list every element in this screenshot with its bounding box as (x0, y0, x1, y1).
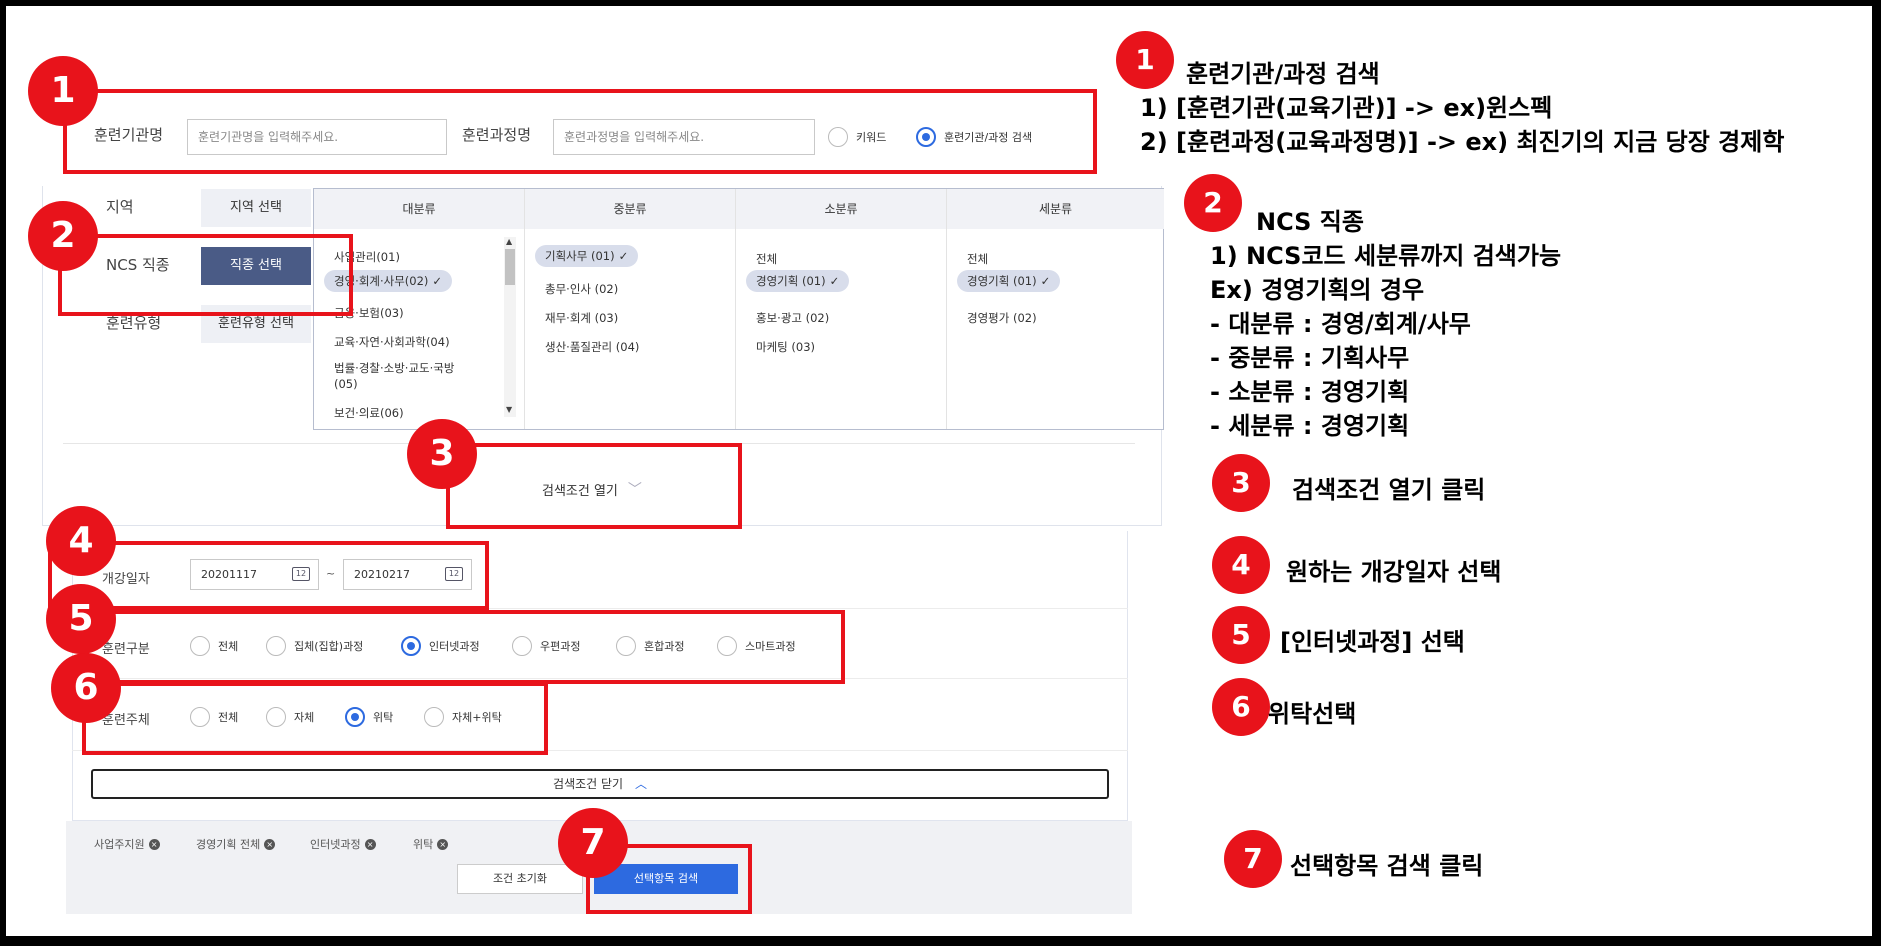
close-conditions-button[interactable]: 검색조건 닫기 ︿ (91, 769, 1109, 799)
check-icon: ✓ (829, 274, 840, 288)
ncs-col-minor: 소분류 전체 경영기획 (01) ✓ 홍보·광고 (02) 마케팅 (03) (736, 189, 947, 429)
step-badge-1: 1 (28, 56, 98, 126)
annotation-badge-4: 4 (1212, 536, 1270, 594)
middle-item-selected[interactable]: 기획사무 (01) ✓ (535, 245, 639, 267)
ncs-selector: 대분류 사업관리(01) 경영·회계·사무(02) ✓ 금융·보험(03) 교육·… (313, 188, 1164, 430)
annotation-badge-5: 5 (1212, 606, 1270, 664)
annotation-4-text: 원하는 개강일자 선택 (1286, 558, 1502, 586)
annotation-1-title: 훈련기관/과정 검색 (1186, 60, 1380, 88)
annotation-2-line1: 1) NCS코드 세분류까지 검색가능 (1210, 242, 1562, 270)
step-badge-7: 7 (558, 808, 628, 878)
annotation-1-line1: 1) [훈련기관(교육기관)] -> ex)윈스펙 (1140, 94, 1553, 122)
highlight-box-6 (82, 682, 548, 755)
annotation-badge-1: 1 (1116, 31, 1174, 89)
middle-item[interactable]: 총무·인사 (02) (545, 281, 618, 297)
major-item-cont: (05) (334, 377, 358, 391)
tag-label: 위탁 (413, 838, 434, 851)
major-item[interactable]: 보건·의료(06) (334, 405, 404, 419)
tag-label: 인터넷과정 (310, 838, 361, 851)
tag-item[interactable]: 인터넷과정 × (310, 836, 376, 852)
tag-item[interactable]: 경영기획 전체 × (196, 836, 276, 852)
annotation-2-line6: - 세분류 : 경영기획 (1210, 412, 1410, 440)
detail-item-label: 경영기획 (01) (967, 274, 1037, 288)
annotation-1-line2: 2) [훈련과정(교육과정명)] -> ex) 최진기의 지금 당장 경제학 (1140, 128, 1785, 156)
highlight-box-1 (63, 89, 1097, 174)
screenshot-frame: 훈련기관명 훈련기관명을 입력해주세요. 훈련과정명 훈련과정명을 입력해주세요… (6, 6, 1872, 936)
major-item[interactable]: 법률·경찰·소방·교도·국방 (334, 360, 454, 376)
annotation-6-text: 위탁선택 (1268, 700, 1357, 728)
tag-item[interactable]: 위탁 × (413, 836, 449, 852)
minor-item-label: 경영기획 (01) (756, 274, 826, 288)
step-badge-4: 4 (46, 506, 116, 576)
scroll-up-icon[interactable]: ▲ (506, 237, 512, 246)
middle-item[interactable]: 생산·품질관리 (04) (545, 339, 639, 355)
scroll-down-icon[interactable]: ▼ (506, 405, 512, 414)
annotation-badge-3: 3 (1212, 454, 1270, 512)
col-header: 소분류 (736, 189, 946, 229)
highlight-box-5 (85, 610, 845, 684)
scrollbar-thumb[interactable] (505, 249, 515, 285)
middle-item[interactable]: 재무·회계 (03) (545, 310, 618, 326)
annotation-2-line3: - 대분류 : 경영/회계/사무 (1210, 310, 1471, 338)
step-badge-3: 3 (407, 419, 477, 489)
annotation-2-line4: - 중분류 : 기획사무 (1210, 344, 1410, 372)
close-conditions-label: 검색조건 닫기 (553, 777, 624, 791)
minor-item[interactable]: 홍보·광고 (02) (756, 310, 829, 326)
detail-item-selected[interactable]: 경영기획 (01) ✓ (957, 270, 1061, 292)
step-badge-2: 2 (28, 201, 98, 271)
col-header: 대분류 (314, 189, 524, 229)
middle-item-label: 기획사무 (01) (545, 249, 615, 263)
col-header: 중분류 (525, 189, 735, 229)
tag-label: 경영기획 전체 (196, 838, 261, 851)
check-icon: ✓ (618, 249, 629, 263)
tag-item[interactable]: 사업주지원 × (94, 836, 160, 852)
scrollbar-track[interactable]: ▲ ▼ (504, 237, 516, 417)
tag-label: 사업주지원 (94, 838, 145, 851)
close-icon[interactable]: × (437, 838, 449, 850)
annotation-badge-2: 2 (1184, 174, 1242, 232)
region-label: 지역 (106, 198, 134, 216)
ncs-col-detail: 세분류 전체 경영기획 (01) ✓ 경영평가 (02) (947, 189, 1164, 429)
region-select-button[interactable]: 지역 선택 (201, 189, 311, 227)
check-icon: ✓ (1040, 274, 1051, 288)
annotation-5-text: [인터넷과정] 선택 (1280, 628, 1465, 656)
highlight-box-2 (58, 234, 353, 316)
check-icon: ✓ (432, 274, 443, 288)
chevron-up-icon: ︿ (634, 777, 647, 791)
highlight-box-3 (446, 443, 742, 529)
step-badge-6: 6 (51, 653, 121, 723)
annotation-2-title: NCS 직종 (1256, 208, 1364, 236)
step-badge-5: 5 (46, 584, 116, 654)
annotation-badge-6: 6 (1212, 678, 1270, 736)
annotation-3-text: 검색조건 열기 클릭 (1292, 476, 1486, 504)
detail-item[interactable]: 전체 (967, 251, 988, 267)
minor-item[interactable]: 마케팅 (03) (756, 339, 815, 355)
reset-conditions-button[interactable]: 조건 초기화 (457, 864, 583, 894)
minor-item[interactable]: 전체 (756, 251, 777, 267)
close-icon[interactable]: × (148, 838, 160, 850)
detail-item[interactable]: 경영평가 (02) (967, 310, 1037, 326)
annotation-7-text: 선택항목 검색 클릭 (1290, 852, 1484, 880)
close-icon[interactable]: × (364, 838, 376, 850)
major-item[interactable]: 교육·자연·사회과학(04) (334, 334, 450, 350)
annotation-2-line2: Ex) 경영기획의 경우 (1210, 276, 1425, 304)
col-header: 세분류 (947, 189, 1164, 229)
annotation-badge-7: 7 (1224, 830, 1282, 888)
close-icon[interactable]: × (264, 838, 276, 850)
minor-item-selected[interactable]: 경영기획 (01) ✓ (746, 270, 850, 292)
annotation-2-line5: - 소분류 : 경영기획 (1210, 378, 1410, 406)
ncs-col-middle: 중분류 기획사무 (01) ✓ 총무·인사 (02) 재무·회계 (03) 생산·… (525, 189, 736, 429)
